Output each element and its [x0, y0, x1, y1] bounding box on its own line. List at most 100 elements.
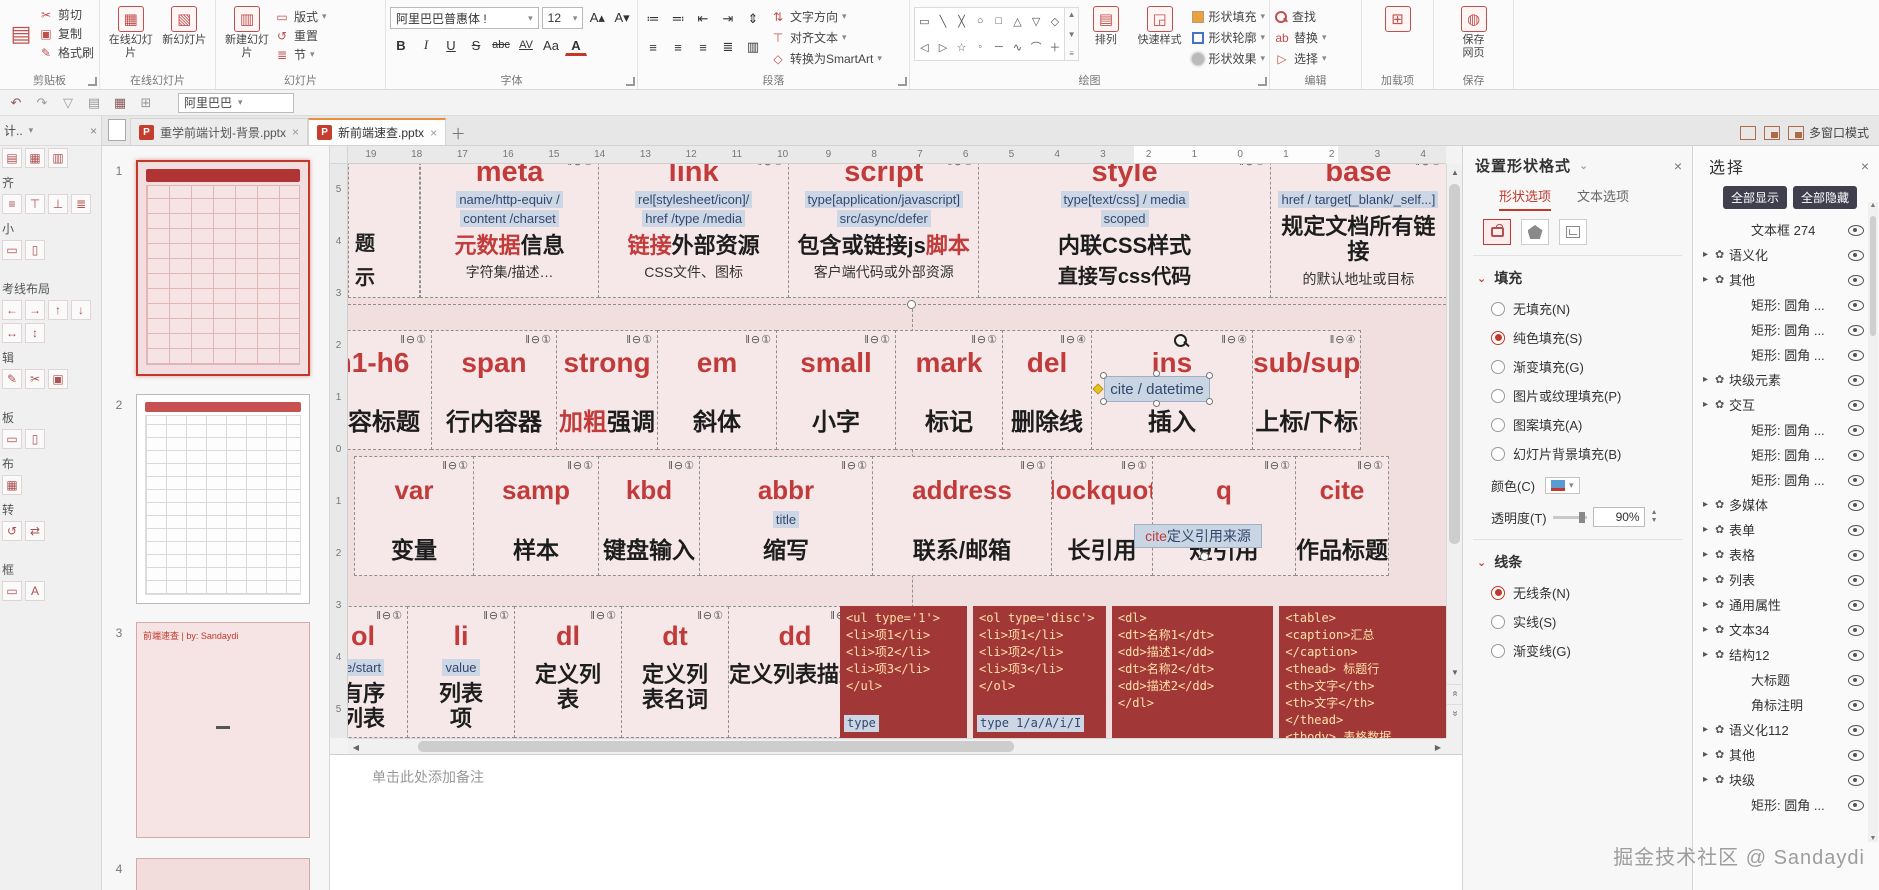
new-slide-button[interactable]: ▧ 新幻灯片 [158, 3, 212, 73]
selection-handle[interactable] [1200, 552, 1209, 561]
notes-pane[interactable]: 单击此处添加备注 [330, 754, 1462, 890]
selection-list-scrollbar[interactable]: ▲ ▼ [1868, 202, 1878, 842]
slide-thumbnail-4[interactable]: 4 [102, 858, 329, 890]
shape-list-item[interactable]: 交互 [1693, 392, 1879, 417]
vertical-scroll-thumb[interactable] [1449, 184, 1460, 544]
layout-icon[interactable]: ▦ [2, 475, 22, 495]
tag-card[interactable]: ‖⊖④ sub/sup 上标/下标 [1252, 330, 1362, 450]
columns-button[interactable]: ▥ [742, 36, 764, 58]
shape-list-item[interactable]: 大标题 [1693, 667, 1879, 692]
selection-handle[interactable] [1100, 372, 1107, 379]
line-option-radio[interactable]: 实线(S) [1463, 607, 1692, 636]
guide-icon[interactable]: ↔ [2, 323, 22, 343]
align-left-button[interactable]: ≡ [642, 36, 664, 58]
code-example-card[interactable]: <table> <caption>汇总</caption> <thead> 标题… [1279, 606, 1446, 738]
tag-card[interactable]: ‖⊖① li value 列表项 [407, 606, 515, 738]
tag-card[interactable]: ‖⊖① cite 作品标题 [1295, 456, 1389, 576]
radio-icon[interactable] [1491, 614, 1505, 629]
shape-list-item[interactable]: 结构12 [1693, 642, 1879, 667]
line-spacing-button[interactable]: ⇕ [742, 8, 764, 30]
shape-list-item[interactable]: 矩形: 圆角 ... [1693, 292, 1879, 317]
edit-icon[interactable]: ▣ [48, 369, 68, 389]
visibility-eye-icon[interactable] [1847, 798, 1865, 812]
expand-arrow-icon[interactable] [1703, 499, 1715, 510]
horizontal-scroll-thumb[interactable] [418, 741, 1014, 752]
radio-icon[interactable] [1491, 643, 1505, 658]
close-tab-icon[interactable]: × [430, 126, 437, 140]
radio-icon[interactable] [1491, 585, 1505, 600]
slide-editing-canvas[interactable]: 题 示 ‖⊖① meta name/http-equiv /content /c… [348, 164, 1446, 738]
new-tab-button[interactable]: ＋ [446, 121, 470, 145]
line-option-radio[interactable]: 渐变线(G) [1463, 636, 1692, 665]
shape-list-item[interactable]: 文本框 274 [1693, 217, 1879, 242]
visibility-eye-icon[interactable] [1847, 223, 1865, 237]
selection-handle[interactable] [1100, 398, 1107, 405]
increase-font-button[interactable]: A▴ [586, 7, 608, 29]
expand-arrow-icon[interactable] [1703, 749, 1715, 760]
code-example-card[interactable]: <dl> <dt>名称1</dt> <dd>描述1</dd> <dt>名称2</… [1111, 606, 1274, 738]
tool-icon[interactable]: ▤ [2, 148, 22, 168]
slide-thumbnail-1[interactable]: 1 [102, 160, 329, 376]
close-icon[interactable]: × [1674, 158, 1682, 174]
align-text-button[interactable]: ⊤ 对齐文本 ▾ [770, 28, 882, 47]
shape-list-item[interactable]: 多媒体 [1693, 492, 1879, 517]
layout-button[interactable]: ▭ 版式 ▾ [274, 7, 326, 26]
edit-icon[interactable]: ✂ [25, 369, 45, 389]
expand-arrow-icon[interactable] [1703, 549, 1715, 560]
visibility-eye-icon[interactable] [1847, 348, 1865, 362]
format-painter-button[interactable]: ✎ 格式刷 [38, 43, 94, 62]
tag-card[interactable]: ‖⊖① ol e/start 有序列表 [348, 606, 408, 738]
decrease-font-button[interactable]: A▾ [611, 7, 633, 29]
shape-list-item[interactable]: 块级 [1693, 767, 1879, 792]
tag-card[interactable]: ‖⊖① samp 样本 [473, 456, 599, 576]
shape-list-item[interactable]: 角标注明 [1693, 692, 1879, 717]
dialog-launcher-icon[interactable] [898, 77, 907, 86]
slide-thumbnail-2[interactable]: 2 [102, 394, 329, 604]
split-view-icon[interactable] [1739, 125, 1756, 140]
expand-arrow-icon[interactable] [1703, 624, 1715, 635]
selection-handle[interactable] [1206, 398, 1213, 405]
next-slide-button[interactable]: » [1447, 704, 1463, 722]
effects-tab-icon[interactable] [1521, 219, 1549, 245]
redo-icon[interactable]: ↷ [32, 93, 52, 113]
expand-arrow-icon[interactable] [1703, 249, 1715, 260]
shape-list-item[interactable]: 其他 [1693, 267, 1879, 292]
radio-icon[interactable] [1491, 417, 1505, 432]
tag-card[interactable]: ‖⊖① dl 定义列表 [514, 606, 622, 738]
section-chevron-icon[interactable]: ⌄ [1477, 272, 1486, 285]
transparency-slider[interactable] [1552, 511, 1587, 523]
tag-card[interactable]: ‖⊖① address 联系/邮箱 [872, 456, 1052, 576]
paste-button[interactable]: ▤ [4, 3, 38, 65]
visibility-eye-icon[interactable] [1847, 323, 1865, 337]
shape-list-item[interactable]: 通用属性 [1693, 592, 1879, 617]
bold-button[interactable]: B [390, 34, 412, 56]
shape-gallery[interactable]: ▭ ╲ ╳ ○ □ △ ▽ ◇ ◁ ▷ ☆ ◦ ─ ∿ ⌒ ＋ [914, 7, 1066, 61]
underline-button[interactable]: U [440, 34, 462, 56]
color-picker-button[interactable]: ▾ [1545, 477, 1580, 494]
size-properties-tab-icon[interactable] [1559, 219, 1587, 245]
radio-icon[interactable] [1491, 330, 1505, 345]
close-tab-icon[interactable]: × [292, 125, 299, 139]
visibility-eye-icon[interactable] [1847, 723, 1865, 737]
show-all-button[interactable]: 全部显示 [1723, 186, 1788, 209]
expand-arrow-icon[interactable] [1703, 599, 1715, 610]
font-size-select[interactable]: 12 ▾ [541, 7, 584, 29]
replace-button[interactable]: ab 替换 ▾ [1274, 28, 1357, 47]
tag-card[interactable]: ‖⊖① q 短引用 [1152, 456, 1296, 576]
align-icon[interactable]: ≣ [71, 194, 91, 214]
size-icon[interactable]: ▯ [25, 240, 45, 260]
shape-list-item[interactable]: 矩形: 圆角 ... [1693, 467, 1879, 492]
edit-icon[interactable]: ✎ [2, 369, 22, 389]
online-slides-button[interactable]: ▦ 在线幻灯片 [104, 3, 158, 73]
textbox-icon[interactable]: ▭ [2, 581, 22, 601]
fill-option-radio[interactable]: 幻灯片背景填充(B) [1463, 439, 1692, 468]
shape-list-item[interactable]: 矩形: 圆角 ... [1693, 317, 1879, 342]
align-icon[interactable]: ⊥ [48, 194, 68, 214]
visibility-eye-icon[interactable] [1847, 248, 1865, 262]
tag-card[interactable]: ‖⊖① small 小字 [776, 330, 896, 450]
align-center-button[interactable]: ≡ [667, 36, 689, 58]
scroll-right-icon[interactable]: ▶ [1430, 739, 1446, 755]
slideshow-icon[interactable]: ▦ [110, 93, 130, 113]
guide-icon[interactable]: → [25, 300, 45, 320]
font-color-button[interactable]: A [565, 37, 587, 56]
